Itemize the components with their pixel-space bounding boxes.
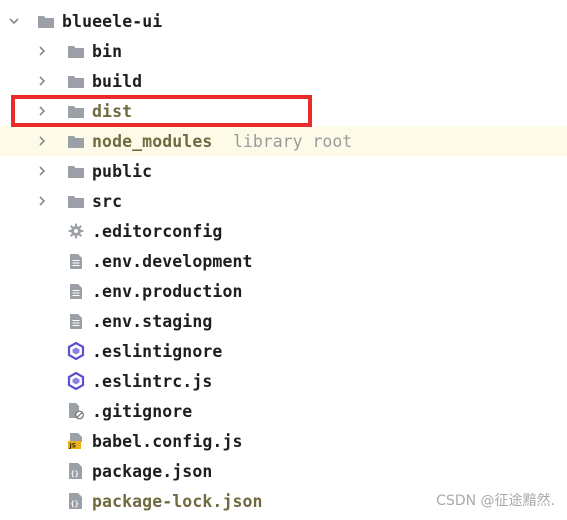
tree-item-label: .env.staging: [92, 311, 213, 331]
tree-row-file[interactable]: .eslintignore: [0, 336, 567, 366]
tree-row-folder[interactable]: src: [0, 186, 567, 216]
tree-item-label: .eslintrc.js: [92, 371, 213, 391]
svg-text:{}: {}: [71, 500, 79, 508]
folder-icon: [66, 66, 86, 96]
chevron-right-icon[interactable]: [32, 126, 52, 156]
svg-text:{}: {}: [71, 470, 79, 478]
chevron-right-icon[interactable]: [32, 96, 52, 126]
chevron-right-icon[interactable]: [32, 186, 52, 216]
tree-row-file[interactable]: .eslintrc.js: [0, 366, 567, 396]
chevron-right-icon[interactable]: [32, 156, 52, 186]
chevron-down-icon[interactable]: [4, 6, 24, 36]
tree-item-label: bin: [92, 41, 123, 61]
tree-item-label: .gitignore: [92, 401, 193, 421]
project-tree: blueele-ui bin build dist node_modules l…: [0, 6, 567, 516]
tree-row-root[interactable]: blueele-ui: [0, 6, 567, 36]
ignore-file-icon: [66, 396, 86, 426]
tree-item-label: package.json: [92, 461, 213, 481]
tree-row-file[interactable]: .gitignore: [0, 396, 567, 426]
tree-row-folder[interactable]: bin: [0, 36, 567, 66]
tree-row-folder-library-root[interactable]: node_modules library root: [0, 126, 567, 156]
chevron-right-icon[interactable]: [32, 36, 52, 66]
tree-item-label: .env.development: [92, 251, 253, 271]
chevron-right-icon[interactable]: [32, 66, 52, 96]
tree-item-label: .env.production: [92, 281, 243, 301]
text-file-icon: [66, 246, 86, 276]
library-root-hint: library root: [233, 131, 353, 151]
gear-icon: [66, 216, 86, 246]
tree-item-label: .eslintignore: [92, 341, 223, 361]
folder-icon: [66, 156, 86, 186]
folder-icon: [36, 6, 56, 36]
text-file-icon: [66, 276, 86, 306]
tree-item-label: src: [92, 191, 123, 211]
tree-item-label: public: [92, 161, 153, 181]
tree-item-label: package-lock.json: [92, 491, 263, 511]
tree-row-folder[interactable]: build: [0, 66, 567, 96]
tree-item-label: blueele-ui: [62, 11, 163, 31]
folder-icon: [66, 186, 86, 216]
tree-item-label: .editorconfig: [92, 221, 223, 241]
eslint-icon: [66, 366, 86, 396]
js-file-icon: JS: [66, 426, 86, 456]
folder-icon: [66, 126, 86, 156]
tree-row-file[interactable]: .env.staging: [0, 306, 567, 336]
tree-item-label: build: [92, 71, 143, 91]
json-file-icon: {}: [66, 486, 86, 516]
tree-item-label: babel.config.js: [92, 431, 243, 451]
svg-text:JS: JS: [69, 443, 77, 450]
tree-item-label: dist: [92, 101, 133, 121]
tree-row-file[interactable]: JS babel.config.js: [0, 426, 567, 456]
tree-row-file[interactable]: {} package.json: [0, 456, 567, 486]
tree-row-file[interactable]: .env.production: [0, 276, 567, 306]
folder-icon: [66, 96, 86, 126]
eslint-icon: [66, 336, 86, 366]
folder-icon: [66, 36, 86, 66]
tree-row-file[interactable]: .env.development: [0, 246, 567, 276]
tree-row-folder-dist[interactable]: dist: [0, 96, 567, 126]
json-file-icon: {}: [66, 456, 86, 486]
watermark: CSDN @征途黯然.: [436, 493, 555, 509]
tree-row-file[interactable]: .editorconfig: [0, 216, 567, 246]
tree-row-folder[interactable]: public: [0, 156, 567, 186]
tree-item-label: node_modules: [92, 131, 213, 151]
text-file-icon: [66, 306, 86, 336]
